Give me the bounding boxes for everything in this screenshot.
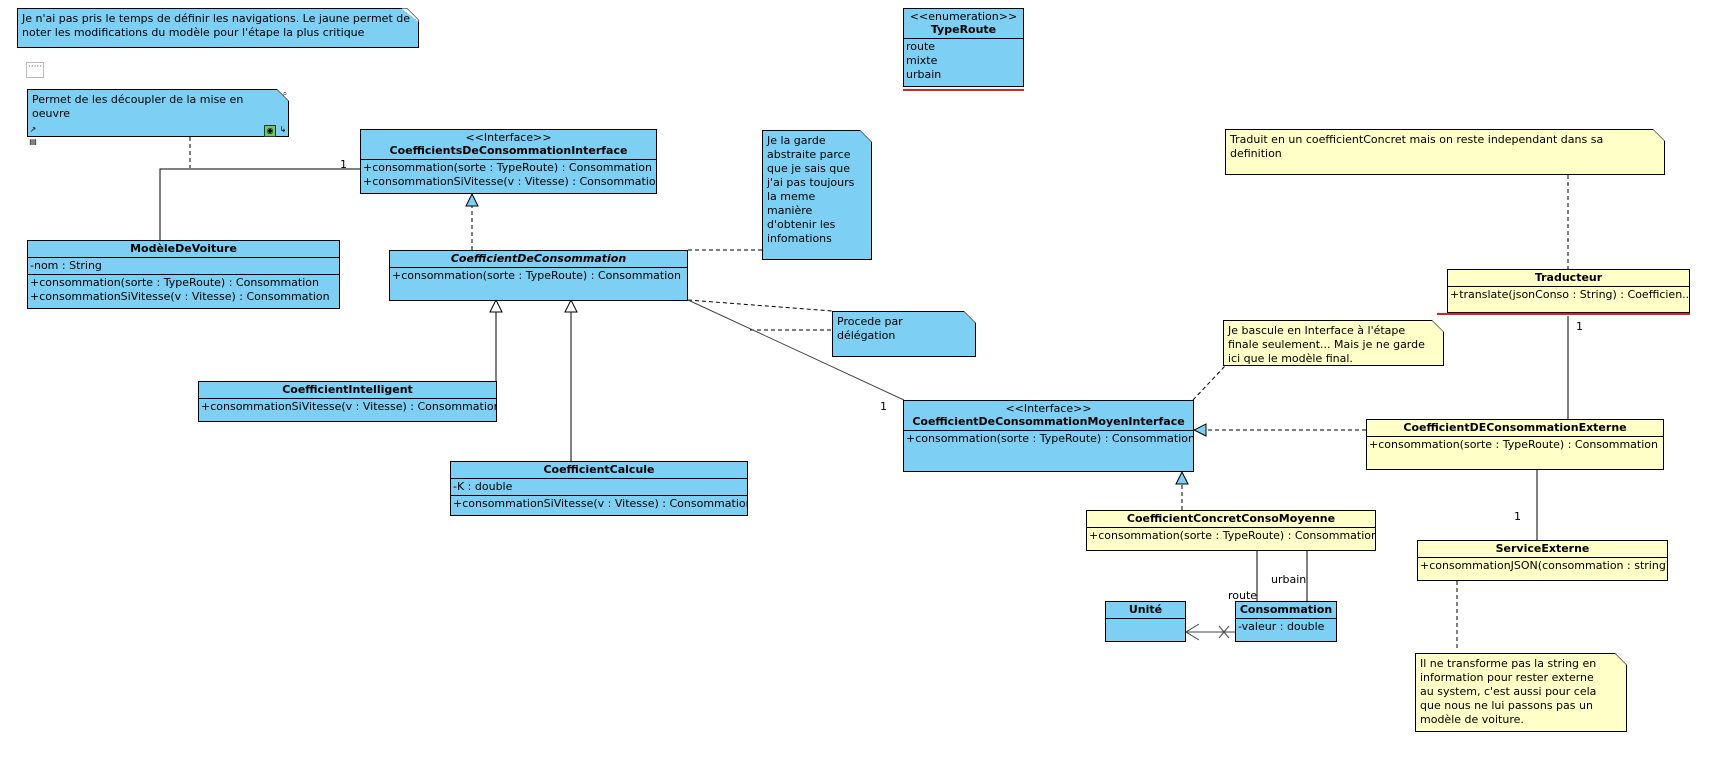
document-icon[interactable]: ▤ xyxy=(28,137,38,147)
note-delegation[interactable]: Procede par délégation xyxy=(832,311,976,357)
operations: +consommationSiVitesse(v : Vitesse) : Co… xyxy=(199,399,496,415)
class-unite[interactable]: Unité xyxy=(1105,601,1186,642)
class-concret-conso-moyenne[interactable]: CoefficientConcretConsoMoyenne +consomma… xyxy=(1086,510,1376,551)
literal: urbain xyxy=(906,68,942,81)
operation: +translate(jsonConso : String) : Coeffic… xyxy=(1450,288,1689,301)
class-name: Traducteur xyxy=(1534,271,1603,284)
note-link-bascule xyxy=(1192,365,1226,401)
operations: +consommation(sorte : TypeRoute) : Conso… xyxy=(361,160,656,190)
operations: +consommation(sorte : TypeRoute) : Conso… xyxy=(1087,528,1375,544)
note-text: Je n'ai pas pris le temps de définir les… xyxy=(22,12,411,39)
class-consommation-externe[interactable]: CoefficientDEConsommationExterne +consom… xyxy=(1366,419,1664,470)
operations: +consommation(sorte : TypeRoute) : Conso… xyxy=(1367,437,1663,453)
note-decoupler[interactable]: Permet de les découpler de la mise en oe… xyxy=(27,89,289,137)
multiplicity-label: 1 xyxy=(1576,320,1583,333)
class-coefficient-intelligent[interactable]: CoefficientIntelligent +consommationSiVi… xyxy=(198,381,497,422)
class-modele-de-voiture[interactable]: ModèleDeVoiture -nom : String +consommat… xyxy=(27,240,340,309)
class-name: CoefficientCalcule xyxy=(543,463,655,476)
class-typeroute[interactable]: <<enumeration>> TypeRoute route mixte ur… xyxy=(903,8,1024,87)
operation: +consommationSiVitesse(v : Vitesse) : Co… xyxy=(453,497,747,510)
operations: +consommationJSON(consommation : string) xyxy=(1418,558,1667,574)
non-navigable-x xyxy=(1218,625,1230,639)
multiplicity-label: 1 xyxy=(880,400,887,413)
note-link-delegation-1 xyxy=(687,299,833,312)
link-arrow-icon[interactable]: ↗ xyxy=(28,125,38,135)
literal: route xyxy=(906,40,936,53)
literal: mixte xyxy=(906,54,938,67)
class-service-externe[interactable]: ServiceExterne +consommationJSON(consomm… xyxy=(1417,540,1668,581)
class-name: CoefficientDEConsommationExterne xyxy=(1403,421,1627,434)
stereotype: <<Interface>> xyxy=(465,131,552,144)
connector-icon[interactable]: ↳ xyxy=(278,125,288,135)
class-name: ModèleDeVoiture xyxy=(130,242,237,255)
class-name: CoefficientsDeConsommationInterface xyxy=(389,144,628,157)
class-coefficient-de-consommation[interactable]: CoefficientDeConsommation +consommation(… xyxy=(389,250,688,301)
class-name: CoefficientConcretConsoMoyenne xyxy=(1126,512,1336,525)
operations: +consommation(sorte : TypeRoute) : Conso… xyxy=(28,275,339,305)
operation: +consommationSiVitesse(v : Vitesse) : Co… xyxy=(30,290,330,303)
operation: +consommationSiVitesse(v : Vitesse) : Co… xyxy=(363,175,656,188)
class-name: TypeRoute xyxy=(930,23,997,36)
operations: +translate(jsonConso : String) : Coeffic… xyxy=(1448,287,1689,303)
class-name: CoefficientIntelligent xyxy=(282,383,413,396)
role-label-urbain: urbain xyxy=(1271,573,1307,586)
attribute: -K : double xyxy=(453,480,513,493)
note-text: Je bascule en Interface à l'étape finale… xyxy=(1228,324,1425,365)
red-underline xyxy=(903,89,1024,91)
red-underline xyxy=(1437,313,1690,315)
class-traducteur[interactable]: Traducteur +translate(jsonConso : String… xyxy=(1447,269,1690,313)
class-consommation[interactable]: Consommation -valeur : double xyxy=(1235,601,1337,642)
operation: +consommationSiVitesse(v : Vitesse) : Co… xyxy=(201,400,496,413)
class-name: Unité xyxy=(1128,603,1163,616)
operations: +consommationSiVitesse(v : Vitesse) : Co… xyxy=(451,496,747,512)
operation: +consommation(sorte : TypeRoute) : Conso… xyxy=(1369,438,1658,451)
assoc-modele-interface xyxy=(159,168,360,240)
note-navigation[interactable]: Je n'ai pas pris le temps de définir les… xyxy=(17,8,419,48)
class-coefficients-interface[interactable]: <<Interface>> CoefficientsDeConsommation… xyxy=(360,129,657,194)
class-name: Consommation xyxy=(1239,603,1333,616)
stereotype: <<enumeration>> xyxy=(909,10,1018,23)
operation: +consommation(sorte : TypeRoute) : Conso… xyxy=(30,276,319,289)
operation: +consommation(sorte : TypeRoute) : Conso… xyxy=(363,161,652,174)
operations: +consommation(sorte : TypeRoute) : Conso… xyxy=(390,268,687,284)
attributes: -valeur : double xyxy=(1236,619,1336,635)
note-text: Il ne transforme pas la string en inform… xyxy=(1420,657,1597,726)
note-text: Je la garde abstraite parce que je sais … xyxy=(767,134,855,245)
note-abstraite[interactable]: Je la garde abstraite parce que je sais … xyxy=(762,130,872,260)
note-bascule[interactable]: Je bascule en Interface à l'étape finale… xyxy=(1223,320,1444,366)
zoom-icon[interactable]: ⌕ xyxy=(280,89,290,99)
note-service[interactable]: Il ne transforme pas la string en inform… xyxy=(1415,653,1627,732)
ellipsis-handle[interactable]: ····· xyxy=(26,62,44,78)
multiplicity-label: 1 xyxy=(340,158,347,171)
class-coefficient-calcule[interactable]: CoefficientCalcule -K : double +consomma… xyxy=(450,461,748,516)
class-moyen-interface[interactable]: <<Interface>> CoefficientDeConsommationM… xyxy=(903,400,1194,472)
multiplicity-label: 1 xyxy=(1514,510,1521,523)
open-arrow-unite xyxy=(1185,623,1200,641)
operations: +consommation(sorte : TypeRoute) : Conso… xyxy=(904,431,1193,447)
attribute: -valeur : double xyxy=(1238,620,1325,633)
class-name: CoefficientDeConsommation xyxy=(450,252,627,265)
class-name: ServiceExterne xyxy=(1495,542,1590,555)
note-text: Traduit en un coefficientConcret mais on… xyxy=(1230,133,1604,160)
literals: route mixte urbain xyxy=(904,39,1023,83)
class-name: CoefficientDeConsommationMoyenInterface xyxy=(912,415,1185,428)
operation: +consommationJSON(consommation : string) xyxy=(1420,559,1667,572)
operation: +consommation(sorte : TypeRoute) : Conso… xyxy=(392,269,681,282)
note-traduit[interactable]: Traduit en un coefficientConcret mais on… xyxy=(1225,129,1665,175)
operation: +consommation(sorte : TypeRoute) : Conso… xyxy=(1089,529,1375,542)
operation: +consommation(sorte : TypeRoute) : Conso… xyxy=(906,432,1193,445)
stereotype: <<Interface>> xyxy=(1005,402,1092,415)
resource-icon[interactable]: ◉ xyxy=(264,125,276,137)
attributes: -nom : String xyxy=(28,258,339,275)
role-label-route: route xyxy=(1228,589,1258,602)
attribute: -nom : String xyxy=(30,259,102,272)
note-text: Permet de les découpler de la mise en oe… xyxy=(32,93,244,120)
attributes: -K : double xyxy=(451,479,747,496)
note-text: Procede par délégation xyxy=(837,315,903,342)
